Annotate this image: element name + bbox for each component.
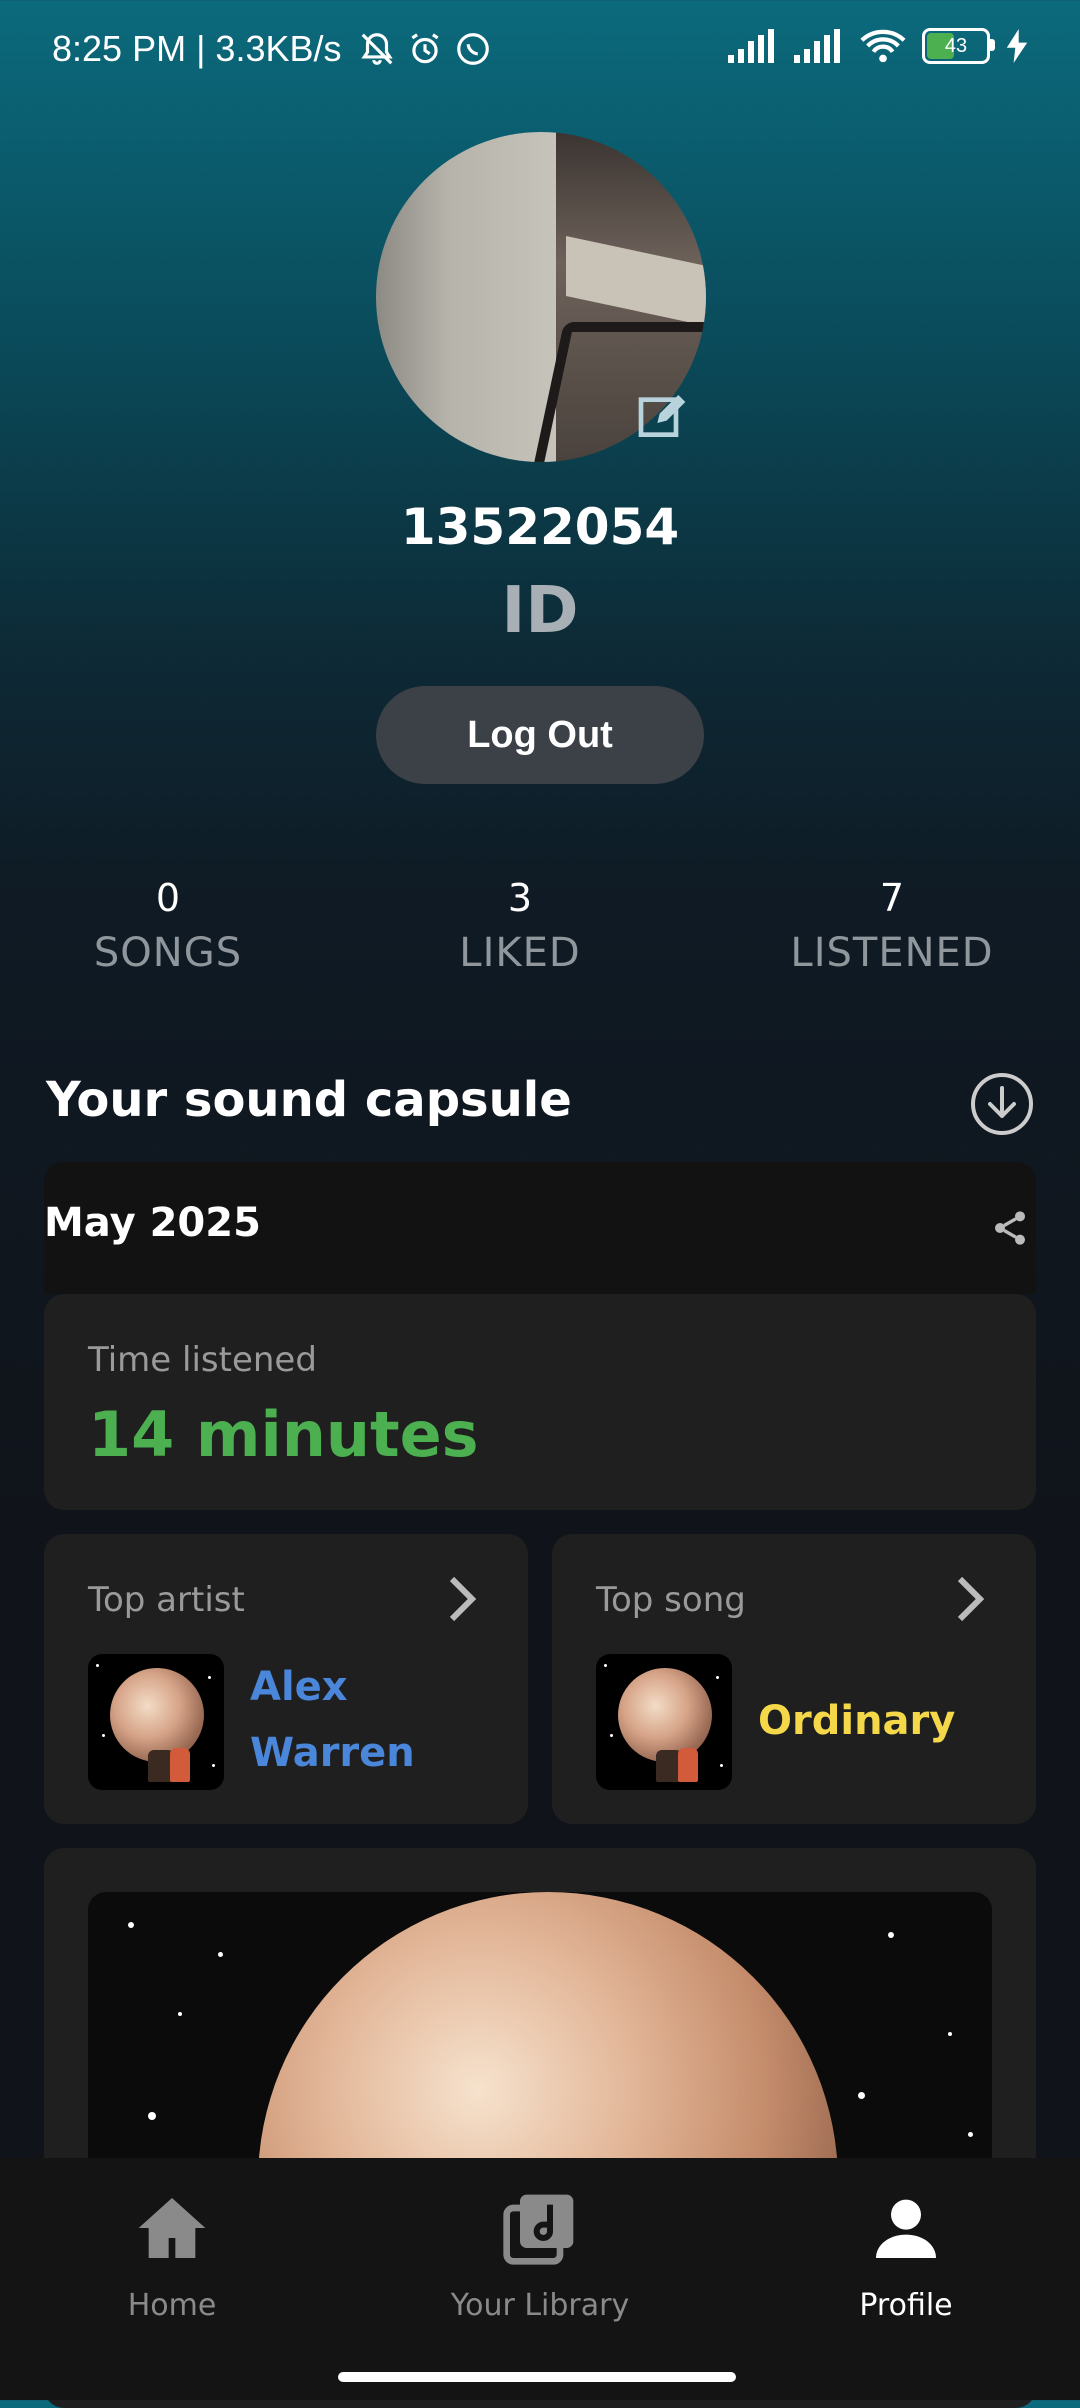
mute-bell-icon [360,33,393,65]
time-listened-label: Time listened [88,1340,317,1380]
capsule-month: May 2025 [44,1200,261,1246]
wifi-icon [860,29,906,63]
nav-profile[interactable]: Profile [756,2188,1056,2323]
capsule-title: Your sound capsule [46,1072,572,1128]
status-bar: 8:25 PM | 3.3KB/s 43 [0,0,1080,104]
edit-icon[interactable] [634,388,690,444]
status-right: 43 [728,28,1028,64]
share-icon[interactable] [990,1208,1030,1248]
profile-icon [876,2199,936,2258]
nav-library[interactable]: Your Library [390,2188,690,2323]
status-time-speed: 8:25 PM | 3.3KB/s [52,28,342,69]
time-listened-card[interactable]: Time listened 14 minutes [44,1294,1036,1510]
alarm-icon [410,33,439,64]
time-listened-value: 14 minutes [88,1398,479,1471]
top-song-name: Ordinary [758,1698,956,1744]
capsule-month-header: May 2025 [44,1162,1036,1294]
stat-songs[interactable]: 0 SONGS [18,876,318,976]
chevron-right-icon[interactable] [444,1574,484,1624]
signal-icon [794,29,840,63]
stat-label: LISTENED [790,930,994,976]
top-artist-image [88,1654,224,1790]
charging-icon [1006,29,1028,63]
home-icon [138,2198,206,2258]
battery-level: 43 [944,34,968,57]
top-song-label: Top song [596,1580,746,1620]
download-icon[interactable] [970,1072,1034,1136]
top-artist-label: Top artist [88,1580,245,1620]
stat-value: 0 [155,876,181,920]
top-artist-name: Alex Warren [250,1664,415,1776]
stat-liked[interactable]: 3 LIKED [370,876,670,976]
home-indicator[interactable] [338,2372,736,2382]
top-song-card[interactable]: Top song Ordinary [552,1534,1036,1824]
stat-listened[interactable]: 7 LISTENED [742,876,1042,976]
stat-label: SONGS [93,930,243,976]
stat-value: 3 [507,876,533,920]
stats-row: 0 SONGS 3 LIKED 7 LISTENED [0,876,1080,1006]
top-song-image [596,1654,732,1790]
battery-icon: 43 [922,28,995,64]
library-icon [503,2194,574,2265]
nav-profile-label: Profile [859,2288,953,2323]
chevron-right-icon[interactable] [952,1574,992,1624]
stat-value: 7 [879,876,905,920]
signal-icon [728,29,774,63]
stat-label: LIKED [459,930,581,976]
username: 13522054 [400,498,680,556]
nav-library-label: Your Library [450,2288,630,2323]
nav-home[interactable]: Home [22,2188,322,2323]
user-location: ID [501,574,579,648]
logout-button[interactable]: Log Out [376,686,704,784]
bottom-nav: Home Your Library Profile [0,2158,1080,2400]
whatsapp-icon [456,33,489,65]
nav-home-label: Home [127,2288,217,2323]
top-artist-card[interactable]: Top artist Alex Warren [44,1534,528,1824]
status-left: 8:25 PM | 3.3KB/s [52,28,492,70]
